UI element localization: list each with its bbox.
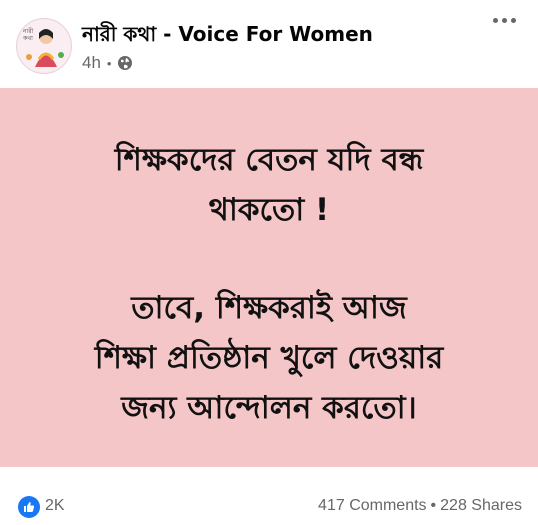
post-line-5: জন্য আন্দোলন করতো। xyxy=(121,390,417,426)
avatar-illustration: নারী কথা xyxy=(18,20,70,72)
post-line-4: শিক্ষা প্রতিষ্ঠান খুলে দেওয়ার xyxy=(94,340,444,376)
post-text-card: শিক্ষকদের বেতন যদি বন্ধ থাকতো ! তাবে, শি… xyxy=(0,88,538,467)
more-options-icon[interactable] xyxy=(493,18,516,23)
post-line-2: থাকতো ! xyxy=(208,192,330,228)
shares-count[interactable]: 228 Shares xyxy=(440,497,522,514)
like-icon[interactable] xyxy=(18,496,40,518)
reaction-count[interactable]: 2K xyxy=(45,497,65,515)
post-line-3: তাবে, শিক্ষকরাই আজ xyxy=(131,290,407,326)
svg-text:কথা: কথা xyxy=(22,35,33,42)
post-time[interactable]: 4h xyxy=(82,53,101,73)
post-header: নারী কথা নারী কথা - Voice For Women 4h • xyxy=(0,0,538,88)
page-avatar[interactable]: নারী কথা xyxy=(16,18,72,74)
comments-count[interactable]: 417 Comments xyxy=(318,497,427,514)
svg-text:নারী: নারী xyxy=(22,27,34,35)
post-footer xyxy=(0,467,538,525)
post-meta: 4h • xyxy=(82,53,133,73)
page-name[interactable]: নারী কথা - Voice For Women xyxy=(82,20,373,53)
meta-separator: • xyxy=(106,55,112,71)
engagement-stats: 417 Comments • 228 Shares xyxy=(318,497,522,515)
post-line-1: শিক্ষকদের বেতন যদি বন্ধ xyxy=(114,142,424,178)
globe-icon xyxy=(117,55,133,71)
stats-separator: • xyxy=(430,497,437,514)
